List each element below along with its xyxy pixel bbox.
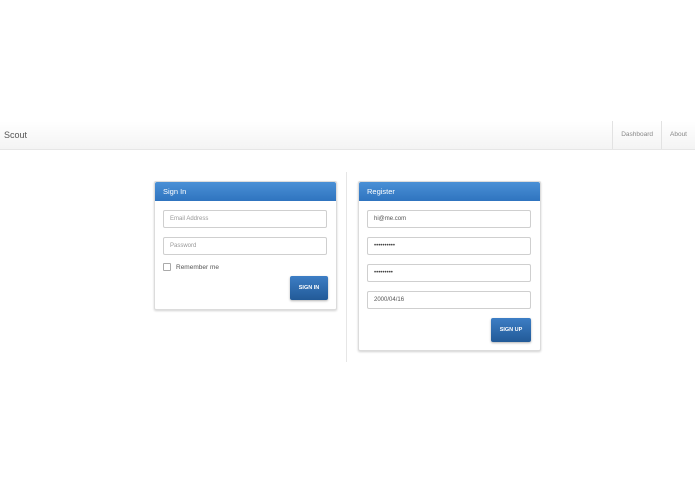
brand-link[interactable]: Scout (4, 121, 27, 149)
signin-email-input[interactable]: Email Address (163, 210, 327, 228)
top-navbar: Scout Dashboard About (0, 121, 695, 150)
register-panel: Register hi@me.com •••••••••• ••••••••• … (358, 181, 541, 351)
remember-me-checkbox[interactable] (163, 263, 171, 271)
signin-panel-title: Sign In (155, 182, 336, 201)
signin-password-input[interactable]: Password (163, 237, 327, 255)
register-birthdate-input[interactable]: 2000/04/16 (367, 291, 531, 309)
signin-button[interactable]: SIGN IN (290, 276, 328, 300)
remember-me-label[interactable]: Remember me (176, 264, 219, 271)
register-panel-title: Register (359, 182, 540, 201)
register-confirm-password-input[interactable]: ••••••••• (367, 264, 531, 282)
remember-me-row: Remember me (163, 262, 219, 272)
nav-links: Dashboard About (612, 121, 695, 149)
register-password-input[interactable]: •••••••••• (367, 237, 531, 255)
nav-link-about[interactable]: About (661, 121, 695, 149)
signup-button[interactable]: SIGN UP (491, 318, 531, 342)
column-divider (346, 172, 347, 362)
nav-link-dashboard[interactable]: Dashboard (612, 121, 661, 149)
register-email-input[interactable]: hi@me.com (367, 210, 531, 228)
signin-panel: Sign In Email Address Password Remember … (154, 181, 337, 310)
